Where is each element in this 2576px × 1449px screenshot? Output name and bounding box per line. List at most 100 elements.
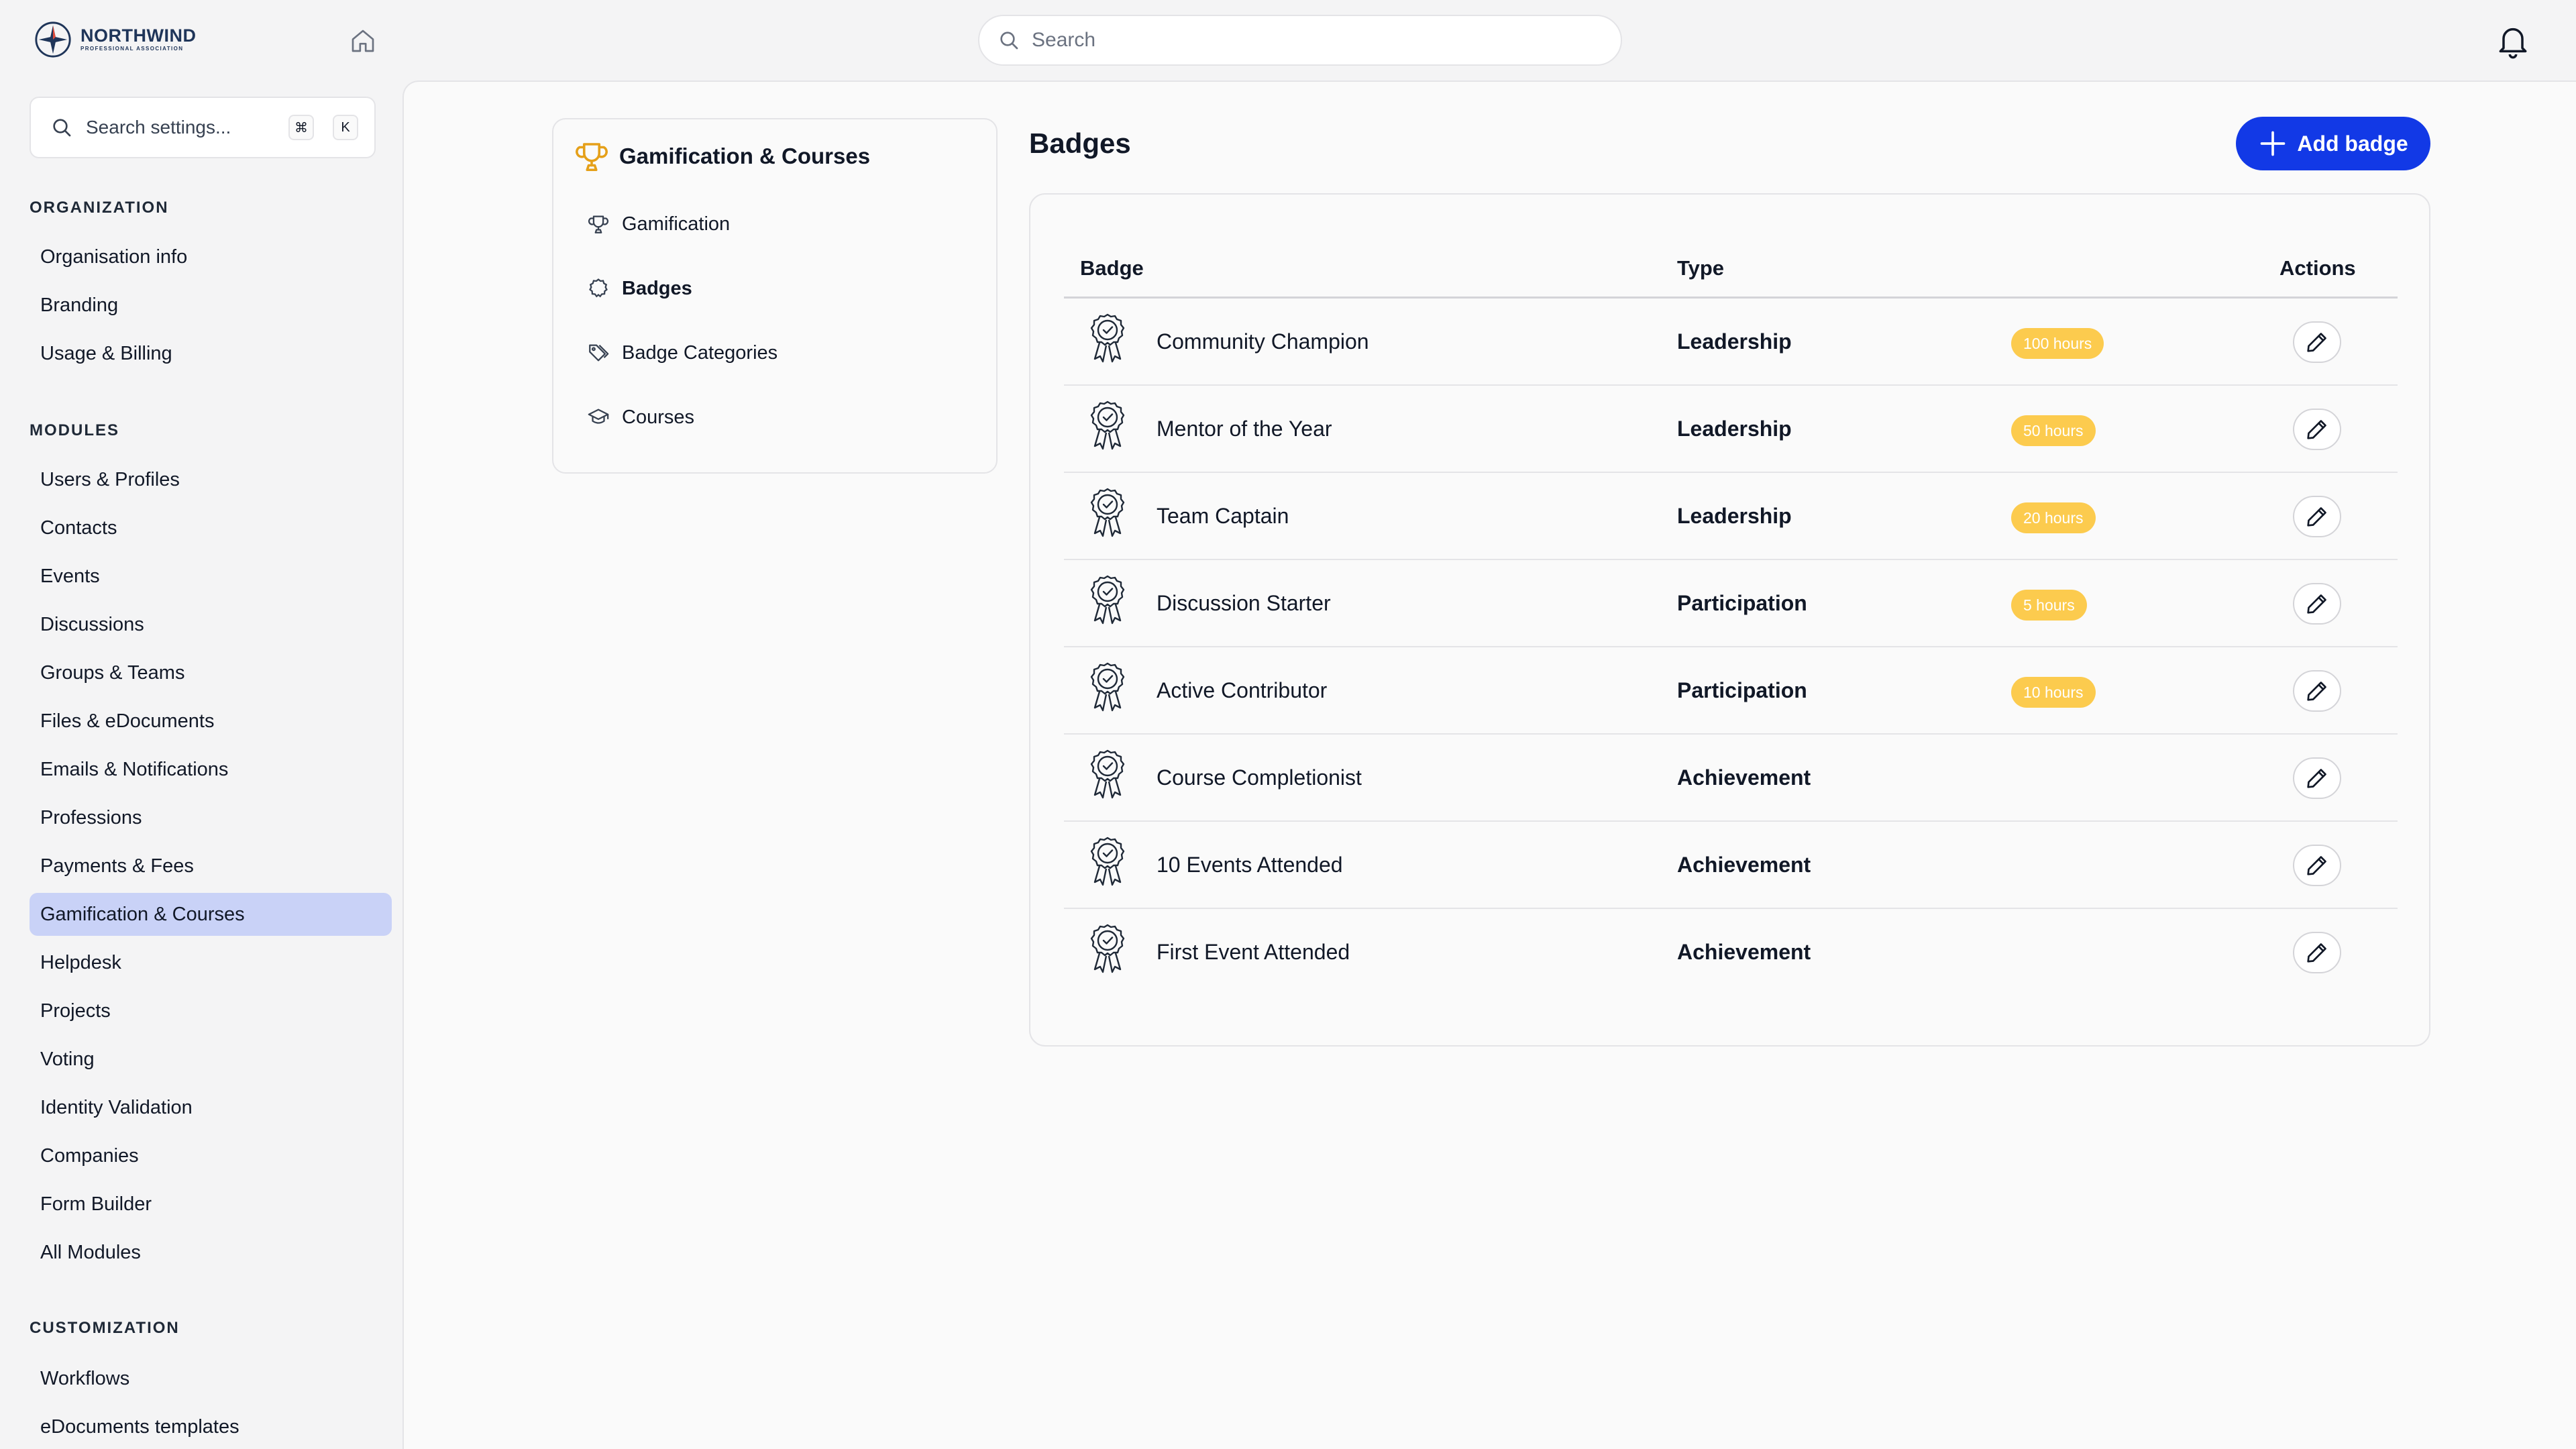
edit-badge-button[interactable]: [2293, 583, 2341, 625]
global-search-input[interactable]: [1032, 29, 1582, 52]
pencil-icon: [2307, 856, 2326, 875]
badge-name: Community Champion: [1157, 329, 1369, 354]
sidebar-item-organisation-info[interactable]: Organisation info: [30, 235, 392, 278]
add-badge-button[interactable]: Add badge: [2236, 117, 2430, 170]
sidebar-item-all-modules[interactable]: All Modules: [30, 1231, 392, 1274]
sidebar-item-helpdesk[interactable]: Helpdesk: [30, 941, 392, 984]
sidebar-item-voting[interactable]: Voting: [30, 1038, 392, 1081]
table-row: 10 Events Attended Achievement: [1064, 822, 2398, 909]
subnav-item-gamification[interactable]: Gamification: [587, 205, 730, 243]
badge-type: Leadership: [1677, 417, 1792, 441]
sidebar-item-groups-teams[interactable]: Groups & Teams: [30, 651, 392, 694]
search-icon: [1000, 32, 1018, 50]
hours-badge: 100 hours: [2011, 328, 2104, 359]
add-badge-label: Add badge: [2297, 131, 2408, 156]
badge-type: Achievement: [1677, 765, 1811, 790]
trophy-icon: [576, 143, 608, 172]
shortcut-key-cmd: ⌘: [288, 115, 314, 140]
sidebar-item-edocuments-templates[interactable]: eDocuments templates: [30, 1405, 392, 1448]
badge-name: Course Completionist: [1157, 765, 1362, 790]
edit-badge-button[interactable]: [2293, 496, 2341, 537]
section-title-organization: ORGANIZATION: [30, 199, 169, 217]
table-row: Course Completionist Achievement: [1064, 735, 2398, 822]
section-title-modules: MODULES: [30, 421, 119, 439]
settings-search-placeholder: Search settings...: [86, 117, 231, 138]
badge-icon: [589, 278, 608, 298]
search-icon: [53, 119, 71, 137]
sidebar-item-payments-fees[interactable]: Payments & Fees: [30, 845, 392, 888]
badge-name: 10 Events Attended: [1157, 853, 1343, 877]
bell-icon: [2499, 28, 2527, 59]
sidebar-item-companies[interactable]: Companies: [30, 1134, 392, 1177]
pencil-icon: [2307, 594, 2326, 614]
table-row: Mentor of the Year Leadership 50 hours: [1064, 386, 2398, 473]
edit-badge-button[interactable]: [2293, 845, 2341, 886]
top-bar: NORTHWIND PROFESSIONAL ASSOCIATION: [0, 0, 2576, 80]
module-subnav: Gamification & Courses Gamification Badg…: [552, 118, 998, 474]
badge-award-icon: [1084, 835, 1131, 894]
subnav-item-badge-categories[interactable]: Badge Categories: [587, 334, 777, 372]
pencil-icon: [2307, 420, 2326, 439]
hours-badge: 50 hours: [2011, 415, 2096, 446]
sidebar-item-branding[interactable]: Branding: [30, 284, 392, 327]
badge-type: Participation: [1677, 591, 1807, 615]
sidebar-item-projects[interactable]: Projects: [30, 989, 392, 1032]
sidebar-item-identity-validation[interactable]: Identity Validation: [30, 1086, 392, 1129]
logo-name: NORTHWIND: [80, 25, 197, 46]
badge-name: First Event Attended: [1157, 940, 1350, 964]
settings-sidebar: Search settings... ⌘ K ORGANIZATION Orga…: [0, 80, 402, 1449]
edit-badge-button[interactable]: [2293, 670, 2341, 712]
sidebar-item-users-profiles[interactable]: Users & Profiles: [30, 458, 392, 501]
edit-badge-button[interactable]: [2293, 409, 2341, 450]
badge-name: Team Captain: [1157, 504, 1289, 528]
subnav-item-courses[interactable]: Courses: [587, 398, 694, 436]
sidebar-item-discussions[interactable]: Discussions: [30, 603, 392, 646]
hours-badge: 5 hours: [2011, 590, 2087, 621]
edit-badge-button[interactable]: [2293, 757, 2341, 799]
badge-type: Achievement: [1677, 940, 1811, 964]
page-title: Badges: [1029, 127, 1131, 159]
pencil-icon: [2307, 769, 2326, 788]
badge-type: Achievement: [1677, 853, 1811, 877]
sidebar-item-professions[interactable]: Professions: [30, 796, 392, 839]
subnav-item-label: Gamification: [622, 213, 731, 235]
hours-badge: 20 hours: [2011, 502, 2096, 533]
badge-type: Participation: [1677, 678, 1807, 702]
sidebar-item-usage-billing[interactable]: Usage & Billing: [30, 332, 392, 375]
badge-award-icon: [1084, 399, 1131, 458]
badge-award-icon: [1084, 312, 1131, 371]
plus-icon: [2260, 131, 2286, 156]
home-icon: [352, 30, 374, 52]
settings-search[interactable]: Search settings... ⌘ K: [30, 97, 376, 158]
badge-type: Leadership: [1677, 504, 1792, 528]
edit-badge-button[interactable]: [2293, 321, 2341, 363]
global-search[interactable]: [978, 15, 1622, 66]
table-row: First Event Attended Achievement: [1064, 909, 2398, 996]
badge-award-icon: [1084, 748, 1131, 807]
subnav-item-label: Badges: [622, 277, 692, 299]
sidebar-item-gamification-courses[interactable]: Gamification & Courses: [30, 893, 392, 936]
sidebar-item-events[interactable]: Events: [30, 555, 392, 598]
table-row: Discussion Starter Participation 5 hours: [1064, 560, 2398, 647]
column-header-type: Type: [1677, 256, 1725, 280]
sidebar-item-workflows[interactable]: Workflows: [30, 1357, 392, 1400]
subnav-header: Gamification & Courses: [574, 138, 870, 174]
logo-subtitle: PROFESSIONAL ASSOCIATION: [80, 46, 184, 52]
sidebar-item-form-builder[interactable]: Form Builder: [30, 1183, 392, 1226]
subnav-title: Gamification & Courses: [619, 144, 871, 168]
section-title-customization: CUSTOMIZATION: [30, 1319, 180, 1337]
badge-award-icon: [1084, 574, 1131, 633]
subnav-item-badges[interactable]: Badges: [587, 270, 692, 307]
logo[interactable]: NORTHWIND PROFESSIONAL ASSOCIATION: [34, 20, 196, 59]
graduation-cap-icon: [588, 409, 609, 424]
badge-name: Mentor of the Year: [1157, 417, 1332, 441]
home-button[interactable]: [347, 25, 378, 56]
sidebar-item-contacts[interactable]: Contacts: [30, 506, 392, 549]
sidebar-item-emails-notifications[interactable]: Emails & Notifications: [30, 748, 392, 791]
table-row: Team Captain Leadership 20 hours: [1064, 473, 2398, 560]
table-row: Active Contributor Participation 10 hours: [1064, 647, 2398, 735]
sidebar-item-files-edocuments[interactable]: Files & eDocuments: [30, 700, 392, 743]
notifications-button[interactable]: [2494, 21, 2532, 59]
edit-badge-button[interactable]: [2293, 932, 2341, 973]
badge-award-icon: [1084, 922, 1131, 981]
